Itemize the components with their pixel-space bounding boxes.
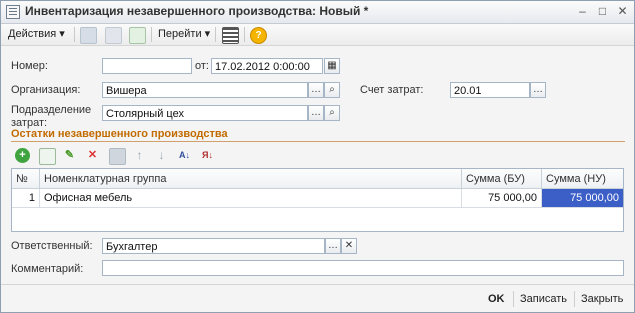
comment-field[interactable] xyxy=(102,260,624,276)
column-header-number[interactable]: № xyxy=(12,169,40,189)
search-icon[interactable]: ⌕ xyxy=(324,105,340,121)
responsible-select-button[interactable]: … xyxy=(325,238,341,254)
actions-label: Действия xyxy=(8,28,57,40)
cell-sum-bu[interactable]: 75 000,00 xyxy=(462,189,542,208)
minimize-button[interactable]: – xyxy=(575,4,590,19)
actions-menu[interactable]: Действия ▾ xyxy=(5,26,68,43)
add-icon[interactable] xyxy=(80,27,97,44)
dept-select-button[interactable]: … xyxy=(308,105,324,121)
dropdown-arrow-icon: ▾ xyxy=(204,28,211,40)
account-select-button[interactable]: … xyxy=(530,82,546,98)
footer: OK Записать Закрыть xyxy=(1,284,634,312)
cell-group[interactable]: Офисная мебель xyxy=(40,189,462,208)
ok-button[interactable]: OK xyxy=(488,292,505,306)
move-up-icon[interactable]: ↑ xyxy=(132,148,147,163)
separator xyxy=(215,27,216,42)
responsible-label: Ответственный: xyxy=(11,240,93,252)
add-row-icon[interactable]: + xyxy=(15,148,30,163)
move-down-icon[interactable]: ↓ xyxy=(154,148,169,163)
dept-label: Подразделение затрат: xyxy=(11,104,92,129)
comment-label: Комментарий: xyxy=(11,263,84,275)
number-field[interactable] xyxy=(102,58,192,74)
section-title: Остатки незавершенного производства xyxy=(11,128,228,140)
column-header-sum-nu[interactable]: Сумма (НУ) xyxy=(542,169,623,189)
calendar-icon[interactable]: ▦ xyxy=(324,58,340,74)
sort-ascending-icon[interactable]: A↓ xyxy=(177,148,192,163)
copy-row-icon[interactable] xyxy=(39,148,56,165)
cell-sum-nu-selected[interactable]: 75 000,00 xyxy=(542,189,623,208)
sort-descending-icon[interactable]: Я↓ xyxy=(200,148,215,163)
maximize-button[interactable]: □ xyxy=(595,4,610,19)
window-title: Инвентаризация незавершенного производст… xyxy=(25,4,369,18)
document-icon xyxy=(6,5,20,19)
separator xyxy=(574,291,575,307)
table: № Номенклатурная группа Сумма (БУ) Сумма… xyxy=(11,168,624,232)
document-window: Инвентаризация незавершенного производст… xyxy=(0,0,635,313)
separator xyxy=(74,27,75,42)
save-button[interactable]: Записать xyxy=(520,292,567,306)
goto-menu[interactable]: Перейти ▾ xyxy=(155,26,213,43)
separator xyxy=(151,27,152,42)
close-window-button[interactable]: ✕ xyxy=(615,4,630,19)
org-label: Организация: xyxy=(11,84,81,96)
separator xyxy=(244,27,245,42)
refresh-icon[interactable] xyxy=(105,27,122,44)
edit-icon[interactable]: ✎ xyxy=(62,148,77,163)
help-icon[interactable]: ? xyxy=(250,27,267,44)
goto-label: Перейти xyxy=(158,28,202,40)
column-header-sum-bu[interactable]: Сумма (БУ) xyxy=(462,169,542,189)
search-icon[interactable]: ⌕ xyxy=(324,82,340,98)
section-divider xyxy=(11,141,625,142)
number-label: Номер: xyxy=(11,60,48,72)
title-bar[interactable]: Инвентаризация незавершенного производст… xyxy=(1,1,634,24)
toolbar: Действия ▾ Перейти ▾ ? xyxy=(1,24,634,46)
clear-icon[interactable]: ✕ xyxy=(341,238,357,254)
dept-field[interactable]: Столярный цех xyxy=(102,105,308,121)
list-view-icon[interactable] xyxy=(222,27,239,44)
account-label: Счет затрат: xyxy=(360,84,424,96)
delete-icon[interactable]: ✕ xyxy=(85,148,100,163)
responsible-field[interactable]: Бухгалтер xyxy=(102,238,325,254)
copy-document-icon[interactable] xyxy=(129,27,146,44)
separator xyxy=(513,291,514,307)
cell-number[interactable]: 1 xyxy=(12,189,40,208)
org-field[interactable]: Вишера xyxy=(102,82,308,98)
close-button[interactable]: Закрыть xyxy=(581,292,623,306)
end-edit-icon[interactable] xyxy=(109,148,126,165)
column-header-group[interactable]: Номенклатурная группа xyxy=(40,169,462,189)
date-field[interactable]: 17.02.2012 0:00:00 xyxy=(211,58,323,74)
dropdown-arrow-icon: ▾ xyxy=(59,28,65,40)
account-field[interactable]: 20.01 xyxy=(450,82,530,98)
from-label: от: xyxy=(195,60,209,72)
org-select-button[interactable]: … xyxy=(308,82,324,98)
